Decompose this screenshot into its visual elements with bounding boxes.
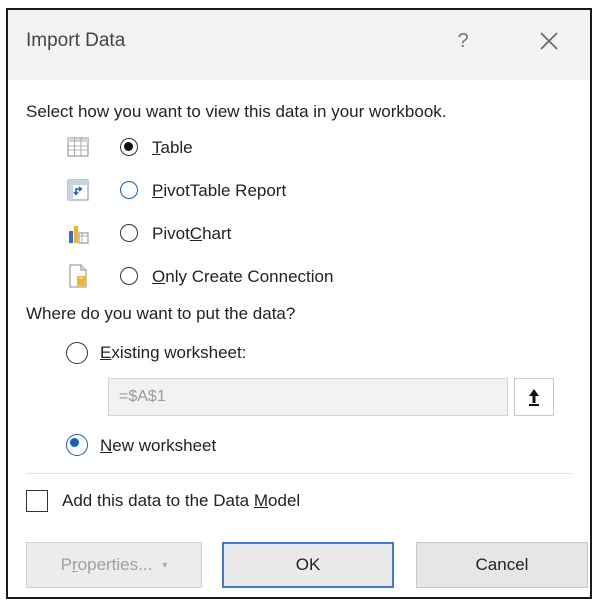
existing-worksheet-label-accel: E (100, 343, 112, 362)
existing-worksheet-radio[interactable] (66, 342, 88, 364)
new-worksheet-label-post: ew worksheet (112, 436, 217, 455)
new-worksheet-radio[interactable] (66, 434, 88, 456)
table-label[interactable]: Table (152, 138, 193, 158)
close-icon (540, 32, 558, 50)
data-model-checkbox[interactable] (26, 490, 48, 512)
dropdown-arrow-icon: ▾ (162, 559, 168, 571)
pivottable-label-post: ivotTable Report (163, 181, 287, 200)
existing-worksheet-label-post: xisting worksheet: (111, 343, 247, 362)
data-model-label-accel: M (253, 491, 269, 510)
table-icon (67, 137, 89, 157)
pivottable-label-accel: P (152, 181, 164, 200)
data-model-label[interactable]: Add this data to the Data Model (62, 491, 300, 511)
dialog-title: Import Data (26, 30, 126, 51)
cancel-button[interactable]: Cancel (416, 542, 588, 588)
ok-button[interactable]: OK (222, 542, 394, 588)
properties-label-post: operties... (77, 555, 153, 574)
existing-worksheet-label[interactable]: Existing worksheet: (100, 343, 246, 363)
dialog-body: Select how you want to view this data in… (8, 80, 590, 597)
cell-reference-input[interactable]: =$A$1 (108, 378, 508, 416)
only-connection-label[interactable]: Only Create Connection (152, 267, 333, 287)
data-model-label-post: odel (268, 491, 301, 510)
data-model-label-pre: Add this data to the Data (62, 491, 254, 510)
pivotchart-label-post: hart (202, 224, 232, 243)
new-worksheet-label-accel: N (100, 436, 113, 455)
collapse-dialog-button[interactable] (514, 378, 554, 416)
help-button[interactable]: ? (448, 26, 478, 56)
close-button[interactable] (534, 26, 564, 56)
import-data-dialog: Import Data ? Select how you want to vie… (6, 8, 592, 599)
view-section-label: Select how you want to view this data in… (26, 102, 447, 121)
connection-icon (69, 264, 87, 288)
table-label-post: able (160, 138, 193, 157)
divider (26, 473, 572, 474)
pivotchart-radio[interactable] (120, 224, 138, 242)
location-section-label: Where do you want to put the data? (26, 304, 296, 323)
range-select-icon (529, 389, 539, 406)
pivottable-label[interactable]: PivotTable Report (152, 181, 286, 201)
only-connection-label-post: nly Create Connection (165, 267, 334, 286)
properties-label-pre: P (60, 555, 72, 574)
only-connection-label-accel: O (152, 267, 166, 286)
title-bar[interactable]: Import Data ? (8, 10, 590, 80)
new-worksheet-label[interactable]: New worksheet (100, 436, 216, 456)
table-radio[interactable] (120, 138, 138, 156)
properties-button[interactable]: Properties... ▾ (26, 542, 202, 588)
pivotchart-icon (69, 226, 89, 244)
pivotchart-label[interactable]: PivotChart (152, 224, 231, 244)
pivottable-icon (67, 179, 89, 201)
only-connection-radio[interactable] (120, 267, 138, 285)
pivottable-radio[interactable] (120, 181, 138, 199)
table-label-accel: T (152, 138, 161, 157)
pivotchart-label-pre: Pivot (152, 224, 190, 243)
pivotchart-label-accel: C (189, 224, 203, 243)
